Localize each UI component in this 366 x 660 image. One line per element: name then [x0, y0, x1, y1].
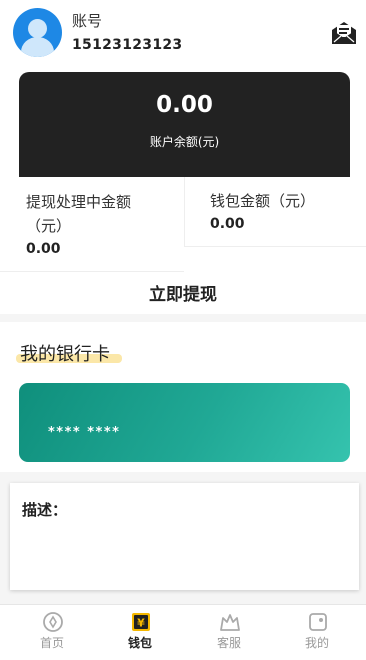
tab-wallet-label: 钱包	[127, 636, 152, 650]
tab-wallet[interactable]: ¥ 钱包	[94, 605, 186, 660]
wallet-amount-value: 0.00	[210, 216, 245, 232]
balance-label: 账户余额(元)	[149, 135, 220, 149]
balance-value: 0.00	[156, 92, 213, 118]
processing-amount-box: 提现处理中金额（元） 0.00	[0, 177, 184, 272]
wallet-stats: 提现处理中金额（元） 0.00 钱包金额（元） 0.00	[0, 177, 366, 272]
processing-amount-value: 0.00	[26, 241, 61, 257]
account-label: 账号	[72, 12, 103, 30]
tab-home-label: 首页	[39, 636, 64, 650]
bank-title-wrap: 我的银行卡	[16, 340, 122, 366]
tab-service-label: 客服	[216, 636, 241, 650]
tab-service[interactable]: 客服	[183, 605, 275, 660]
wallet-icon: ¥	[132, 613, 150, 631]
avatar[interactable]	[13, 8, 62, 57]
account-phone: 15123123123	[72, 37, 183, 53]
svg-text:¥: ¥	[137, 617, 145, 630]
mail-open-icon[interactable]	[329, 18, 359, 48]
processing-amount-label: 提现处理中金额（元）	[26, 193, 132, 235]
avatar-head	[28, 19, 47, 38]
description-box: 描述：	[10, 483, 359, 590]
bottom-tab-bar: 首页 ¥ 钱包 客服 我的	[0, 604, 366, 660]
tab-home[interactable]: 首页	[6, 605, 98, 660]
tab-profile-label: 我的	[304, 636, 329, 650]
wallet-amount-label: 钱包金额（元）	[210, 192, 316, 210]
withdraw-button[interactable]: 立即提现	[0, 272, 366, 314]
bank-card-section: 我的银行卡 **** ****	[0, 322, 366, 472]
bank-section-title: 我的银行卡	[20, 344, 110, 365]
account-header: 账号 15123123123	[0, 0, 366, 66]
section-divider	[0, 314, 366, 322]
avatar-body	[21, 37, 54, 57]
bank-card[interactable]: **** ****	[19, 383, 350, 462]
tab-profile[interactable]: 我的	[271, 605, 363, 660]
home-icon	[43, 612, 63, 632]
service-icon	[220, 614, 240, 631]
profile-icon	[309, 613, 327, 631]
wallet-amount-box: 钱包金额（元） 0.00	[184, 177, 366, 247]
bank-card-number: **** ****	[48, 425, 121, 440]
description-label: 描述：	[22, 501, 68, 519]
balance-card: 0.00 账户余额(元)	[19, 72, 350, 182]
